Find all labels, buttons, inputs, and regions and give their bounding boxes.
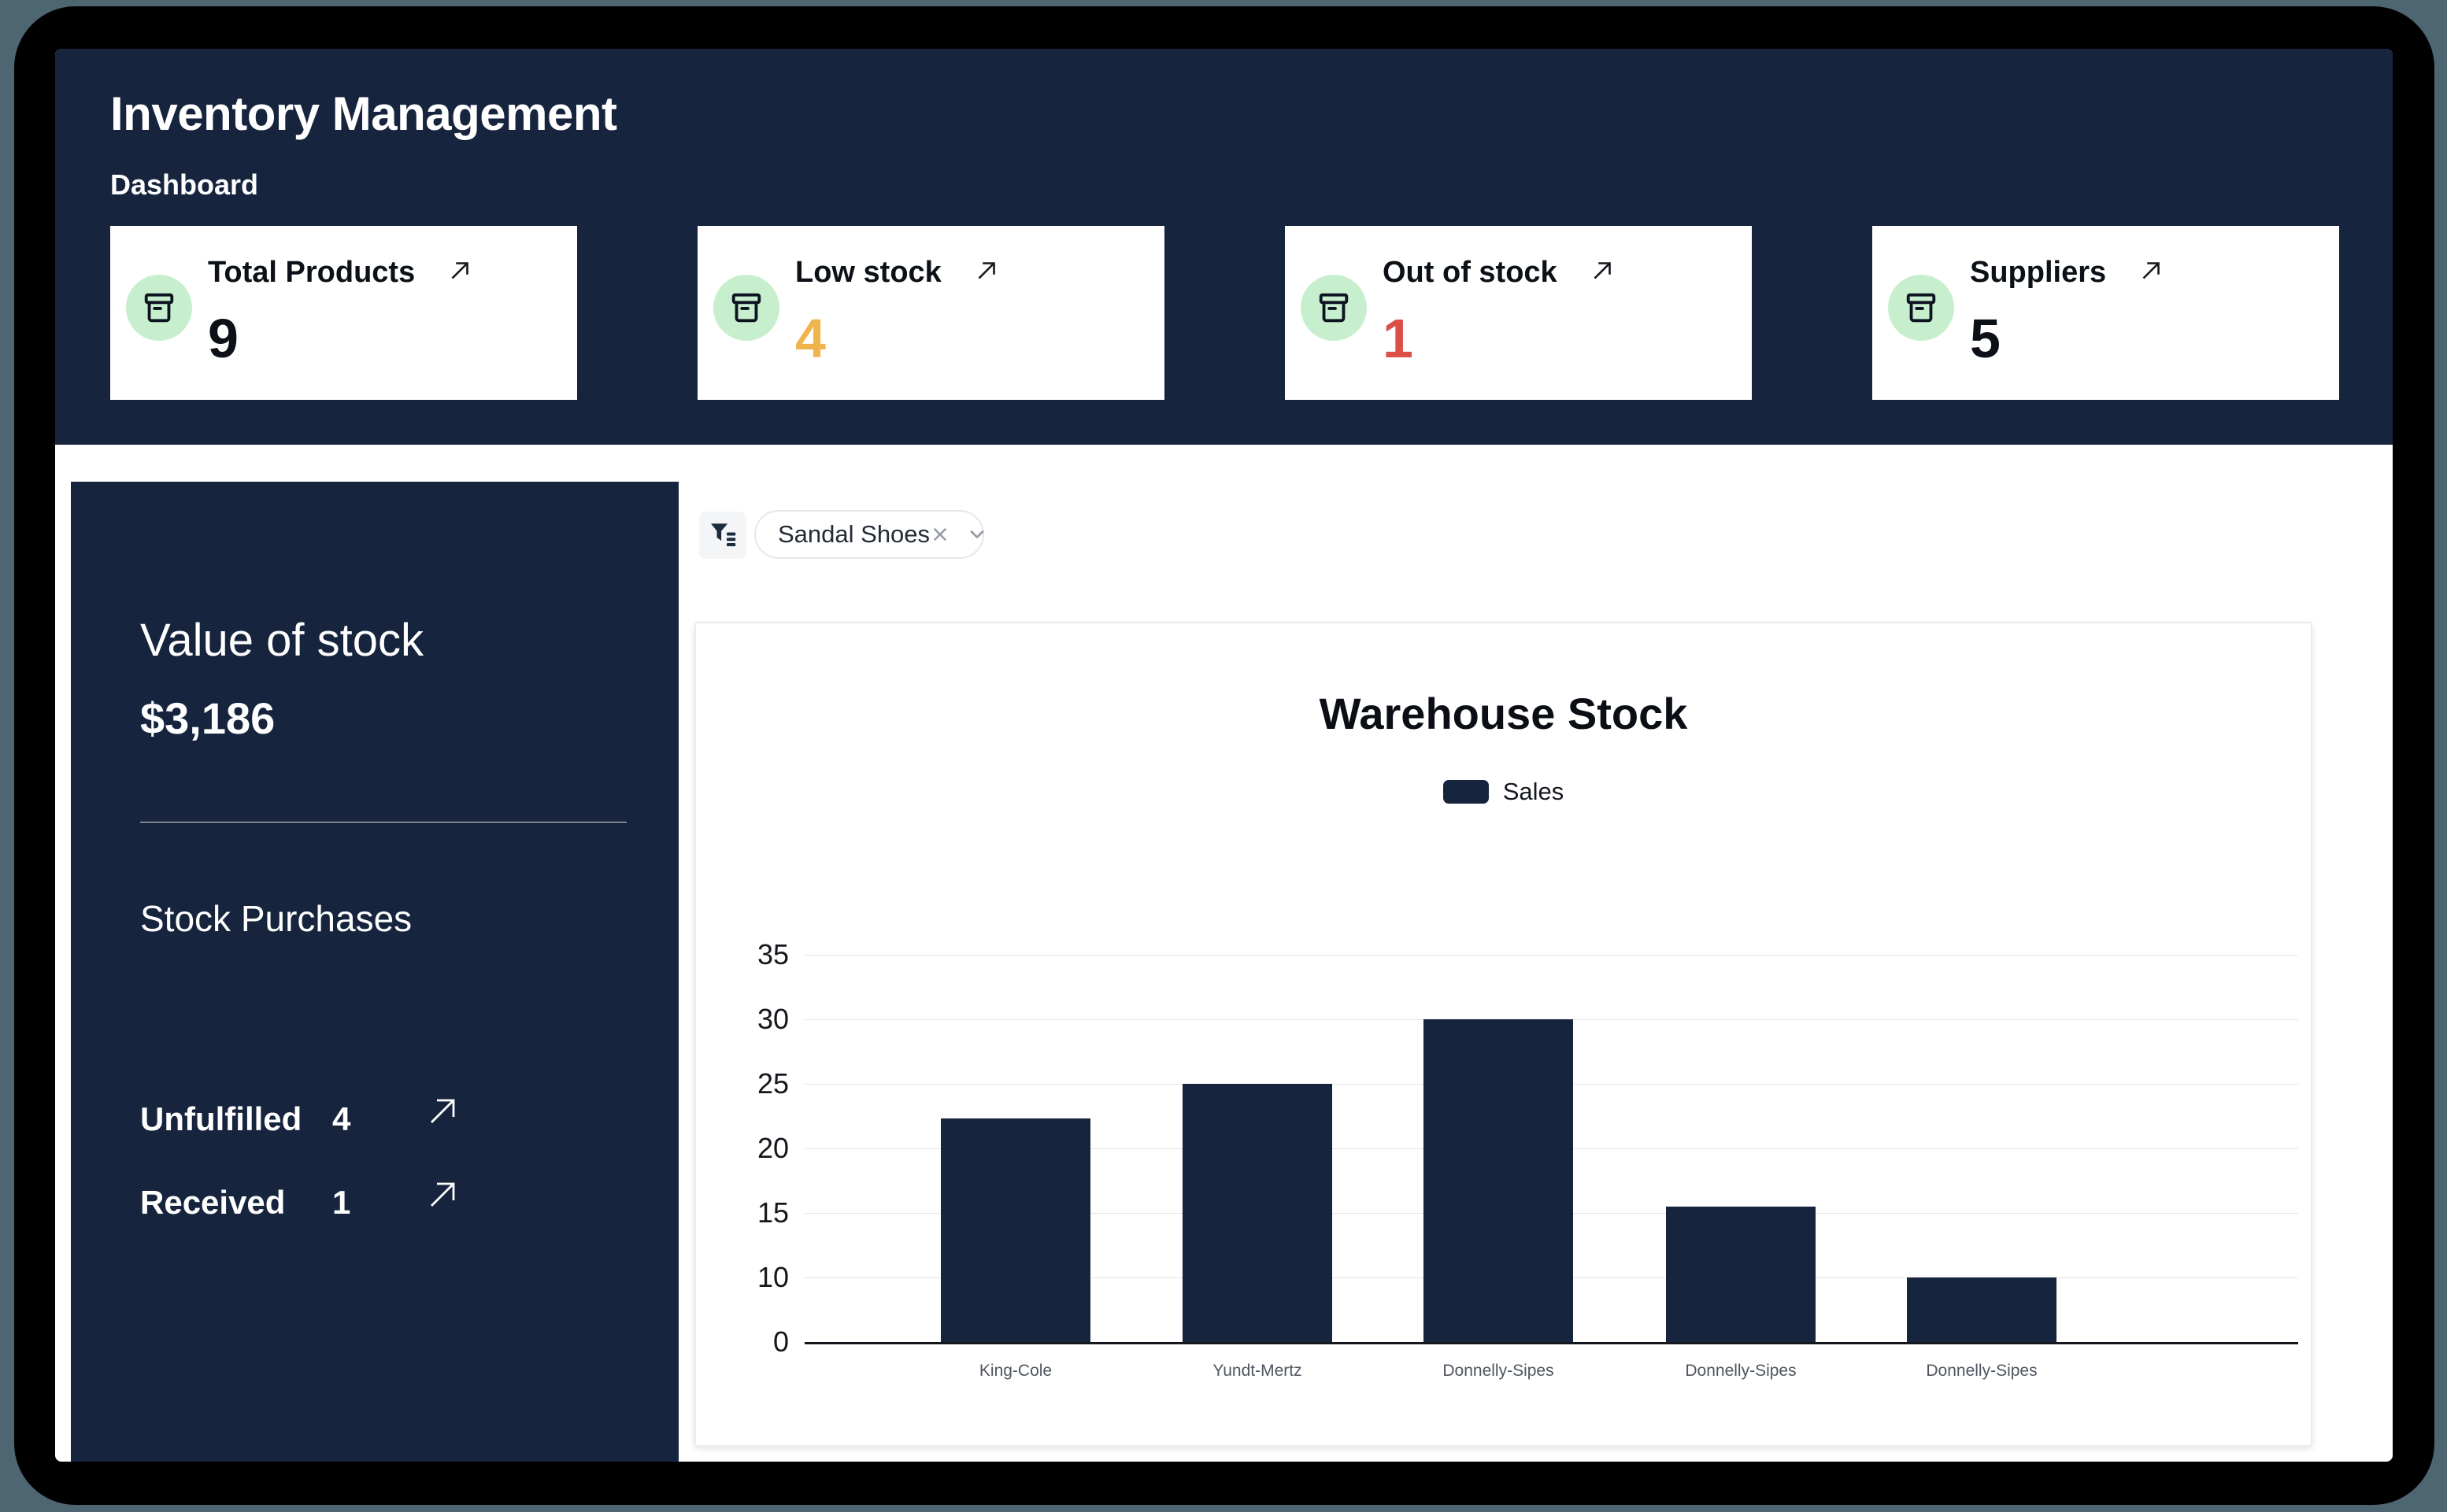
purchase-row-unfulfilled: Unfulfilled 4 <box>140 1100 628 1148</box>
arrow-up-right-icon[interactable] <box>420 1089 465 1137</box>
filter-select[interactable]: Sandal Shoes <box>754 510 984 559</box>
bar-Yundt-Mertz <box>1183 1084 1332 1342</box>
arrow-up-right-icon[interactable] <box>420 1173 465 1221</box>
header: Inventory Management Dashboard Total Pro… <box>55 49 2393 445</box>
bar-Donnelly-Sipes <box>1423 1019 1573 1342</box>
arrow-up-right-icon[interactable] <box>1587 256 1617 290</box>
bar-Donnelly-Sipes <box>1907 1277 2056 1342</box>
y-tick-label: 0 <box>696 1325 789 1359</box>
stat-label: Low stock <box>795 256 942 290</box>
stock-summary-panel: Value of stock $3,186 Stock Purchases Un… <box>71 482 679 1462</box>
arrow-up-right-icon[interactable] <box>2136 256 2166 290</box>
warehouse-stock-chart-card: Warehouse Stock Sales 35 30 25 20 15 10 0 King-… <box>694 622 2312 1447</box>
stat-card-low-stock[interactable]: Low stock 4 <box>698 226 1164 400</box>
clear-filter-icon[interactable] <box>930 524 950 545</box>
x-tick-label: Donnelly-Sipes <box>1380 1362 1616 1381</box>
purchase-row-received: Received 1 <box>140 1184 628 1231</box>
value-of-stock-label: Value of stock <box>140 614 424 667</box>
filter-button[interactable] <box>699 512 746 559</box>
x-tick-label: Donnelly-Sipes <box>1864 1362 2100 1381</box>
x-tick-label: King-Cole <box>898 1362 1134 1381</box>
value-of-stock-amount: $3,186 <box>140 693 275 744</box>
package-icon <box>1888 275 1954 341</box>
stat-label: Out of stock <box>1383 256 1557 290</box>
filter-icon <box>707 519 739 553</box>
divider <box>140 822 627 823</box>
stat-value: 9 <box>208 311 239 366</box>
purchase-label: Unfulfilled <box>140 1100 302 1138</box>
purchase-label: Received <box>140 1184 285 1222</box>
breadcrumb: Dashboard <box>110 168 258 201</box>
x-tick-label: Yundt-Mertz <box>1139 1362 1375 1381</box>
chart-title: Warehouse Stock <box>696 688 2311 739</box>
purchase-count: 1 <box>332 1184 350 1222</box>
bar-King-Cole <box>941 1118 1090 1342</box>
desktop-background: Inventory Management Dashboard Total Pro… <box>0 0 2447 1512</box>
stat-label: Total Products <box>208 256 415 290</box>
y-tick-label: 25 <box>696 1067 789 1100</box>
x-tick-label: Donnelly-Sipes <box>1623 1362 1859 1381</box>
legend-swatch <box>1443 780 1489 804</box>
filter-selected-value: Sandal Shoes <box>778 520 930 549</box>
y-tick-label: 30 <box>696 1003 789 1036</box>
chevron-down-icon[interactable] <box>966 523 988 545</box>
arrow-up-right-icon[interactable] <box>445 256 475 290</box>
y-tick-label: 20 <box>696 1132 789 1165</box>
package-icon <box>713 275 779 341</box>
bar-Donnelly-Sipes <box>1666 1207 1816 1342</box>
purchase-count: 4 <box>332 1100 350 1138</box>
package-icon <box>126 275 192 341</box>
x-axis-line <box>805 1342 2298 1344</box>
package-icon <box>1301 275 1367 341</box>
gridline <box>805 955 2298 956</box>
y-tick-label: 35 <box>696 938 789 971</box>
page-title: Inventory Management <box>110 87 616 141</box>
stat-card-out-of-stock[interactable]: Out of stock 1 <box>1285 226 1752 400</box>
stat-value: 5 <box>1970 311 2001 366</box>
stat-value: 1 <box>1383 311 1413 366</box>
app-window: Inventory Management Dashboard Total Pro… <box>55 49 2393 1462</box>
stat-card-total-products[interactable]: Total Products 9 <box>110 226 577 400</box>
y-tick-label: 10 <box>696 1261 789 1294</box>
legend-label: Sales <box>1503 778 1564 806</box>
stat-label: Suppliers <box>1970 256 2106 290</box>
stat-card-suppliers[interactable]: Suppliers 5 <box>1872 226 2339 400</box>
stat-value: 4 <box>795 311 826 366</box>
arrow-up-right-icon[interactable] <box>972 256 1001 290</box>
chart-legend: Sales <box>696 778 2311 806</box>
stock-purchases-title: Stock Purchases <box>140 897 412 940</box>
y-tick-label: 15 <box>696 1196 789 1229</box>
